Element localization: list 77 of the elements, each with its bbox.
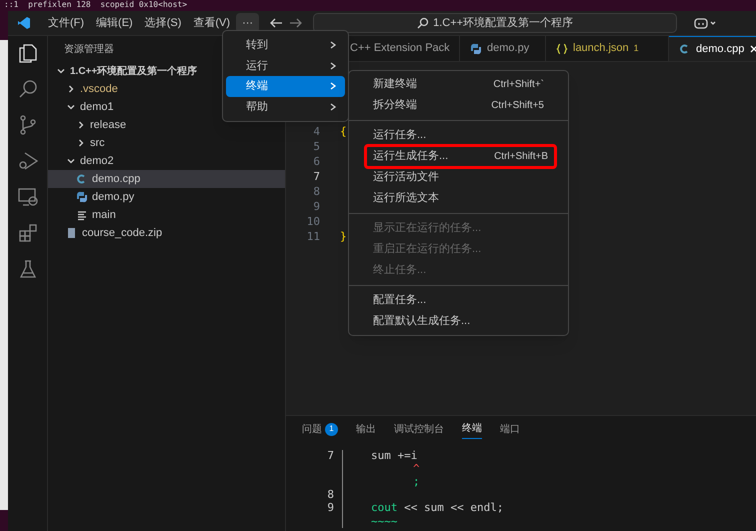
panel-tab[interactable]: 调试控制台 — [394, 419, 444, 439]
run-debug-icon — [16, 150, 38, 172]
line-number: 8 — [312, 184, 321, 200]
menu-entry: 重启正在运行的任务... — [349, 239, 568, 260]
tree-item[interactable]: demo.cpp — [48, 170, 285, 188]
command-center-text: 1.C++环境配置及第一个程序 — [433, 16, 574, 31]
line-number: 7 — [327, 448, 334, 464]
menu-entry[interactable]: 终端 — [226, 76, 345, 96]
python-file-icon — [76, 191, 88, 203]
back-arrow-icon — [269, 17, 284, 29]
chevron-down-icon — [66, 156, 76, 166]
command-center[interactable]: 1.C++环境配置及第一个程序 — [313, 13, 678, 33]
menu-entry[interactable]: 运行任务... — [349, 125, 568, 146]
count-badge: 1 — [325, 422, 338, 436]
forward-arrow-icon — [289, 17, 304, 29]
tree-item[interactable]: demo.py — [48, 188, 285, 206]
extensions-icon — [16, 222, 38, 244]
panel-tab[interactable]: 端口 — [500, 419, 520, 439]
panel-tab[interactable]: 问题 1 — [302, 419, 338, 439]
chevron-right-icon — [329, 60, 337, 71]
menu-entry[interactable]: 运行活动文件 — [349, 167, 568, 188]
code-text: { — [340, 124, 347, 140]
line-number: 5 — [312, 139, 321, 156]
tree-item[interactable]: release — [48, 116, 285, 134]
chevron-right-icon — [329, 102, 337, 112]
menu-entry[interactable]: 运行生成任务... Ctrl+Shift+B — [366, 146, 555, 167]
problem-count: 1 — [634, 42, 639, 55]
chevron-down-icon — [56, 66, 66, 76]
chevron-right-icon — [329, 81, 337, 92]
menu-item[interactable]: 查看(V) — [187, 13, 236, 33]
terminal-text: ::1 prefixlen 128 scopeid 0x10<host> — [4, 0, 188, 10]
text-lines-icon — [76, 209, 88, 221]
copilot-icon — [693, 16, 718, 30]
tree-item[interactable]: demo2 — [48, 152, 285, 170]
menu-entry[interactable]: 运行所选文本 — [349, 188, 568, 209]
line-number: 9 — [327, 500, 334, 516]
line-number: 8 — [327, 487, 334, 502]
menu-entry: 终止任务... — [349, 260, 568, 281]
menu-entry[interactable]: 新建终端 Ctrl+Shift+` — [349, 74, 568, 95]
code-keyword: cout — [371, 500, 398, 516]
terminal-text: << sum << endl; — [403, 500, 504, 516]
line-number: 10 — [306, 214, 321, 230]
braces-icon — [556, 42, 568, 54]
line-number: 4 — [312, 124, 321, 140]
panel-tab[interactable]: 终端 — [462, 419, 482, 439]
tree-item[interactable]: course_code.zip — [48, 224, 285, 242]
chevron-right-icon — [329, 40, 337, 50]
menu-entry[interactable]: 帮助 — [226, 96, 345, 117]
chevron-right-icon — [66, 84, 76, 94]
search-icon — [417, 17, 430, 29]
line-number: 7 — [312, 169, 321, 186]
menu-entry: 显示正在运行的任务... — [349, 218, 568, 239]
menu-entry[interactable]: 拆分终端 Ctrl+Shift+5 — [349, 95, 568, 116]
tree-item[interactable]: src — [48, 134, 285, 152]
code-text: } — [340, 229, 347, 246]
terminal-text: ~~~~ — [371, 518, 398, 526]
tree-item[interactable]: main — [48, 206, 285, 224]
editor-tab[interactable]: demo.cpp — [669, 36, 756, 61]
close-icon — [749, 44, 756, 54]
line-number: 9 — [312, 199, 321, 216]
menu-entry[interactable]: 配置默认生成任务... — [349, 311, 568, 332]
menu-entry[interactable]: 配置任务... — [349, 290, 568, 311]
editor-tab[interactable]: demo.py — [460, 36, 546, 61]
sidebar-title: 资源管理器 — [64, 42, 114, 56]
remote-monitor-icon — [16, 186, 38, 208]
menu-item[interactable]: 编辑(E) — [90, 13, 139, 33]
app-logo-icon — [16, 15, 32, 31]
chevron-down-icon — [66, 102, 76, 112]
files-icon — [16, 42, 38, 64]
panel-tab[interactable]: 输出 — [356, 419, 376, 439]
line-number: 6 — [312, 154, 321, 170]
python-file-icon — [470, 42, 482, 54]
terminal-text: sum +=i — [371, 448, 418, 464]
menu-item[interactable]: 选择(S) — [138, 13, 188, 33]
menu-item[interactable]: 文件(F) — [42, 13, 90, 33]
line-number: 11 — [306, 229, 321, 246]
archive-icon — [66, 227, 78, 239]
